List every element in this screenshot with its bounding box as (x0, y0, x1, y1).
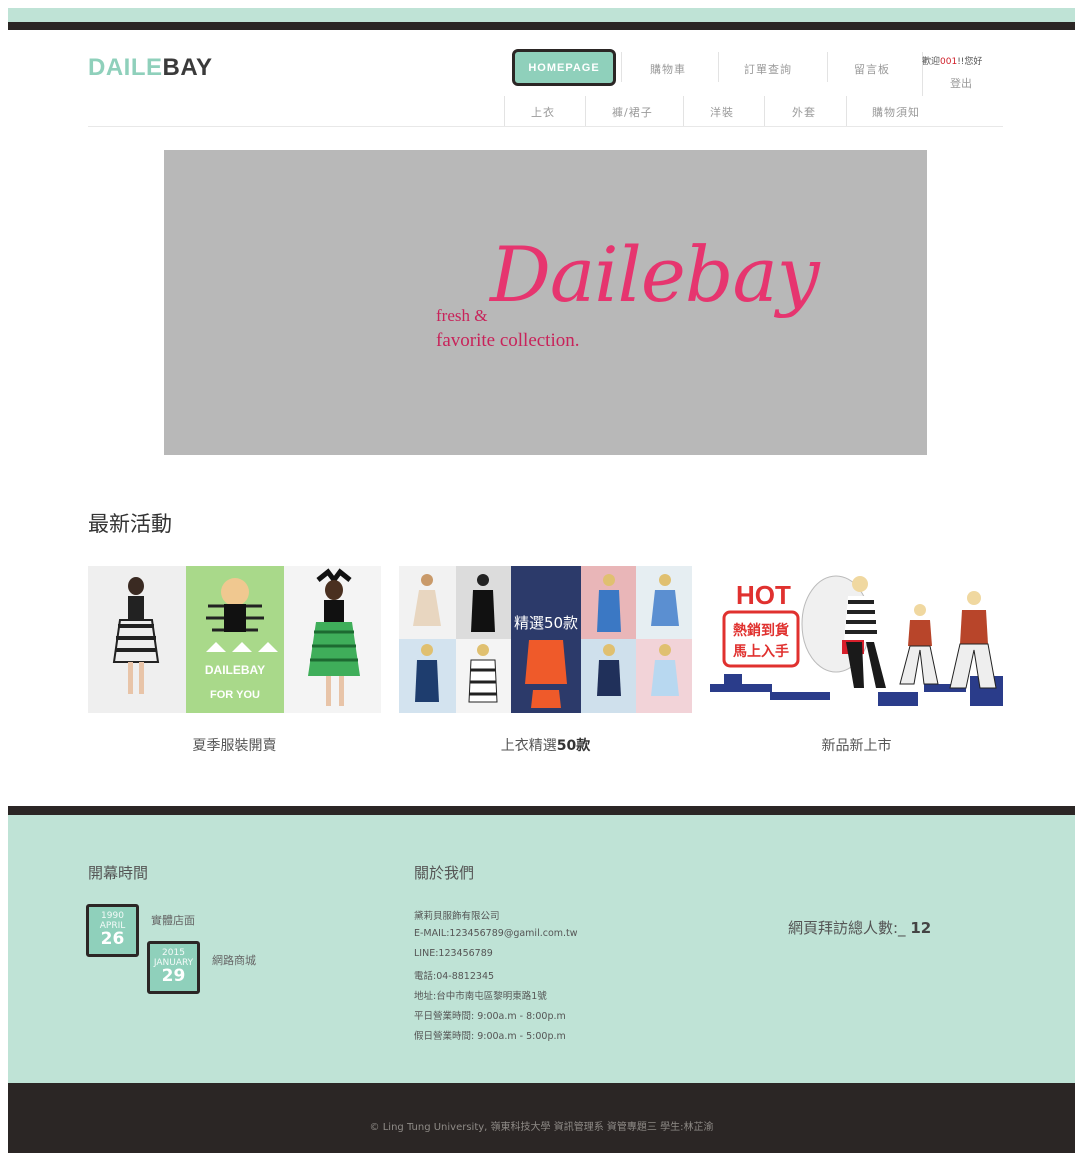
subnav-divider (585, 96, 586, 126)
banner-tagline-1: fresh & (436, 306, 488, 325)
banner-script-logo: Dailebay (490, 230, 820, 319)
tops-50-art: 精選50款 (399, 566, 692, 713)
about-email: E-MAIL:123456789@gamil.com.tw (414, 928, 578, 939)
summer-sale-art: DAILEBAY FOR YOU (88, 566, 381, 713)
about-company: 黛莉貝服飾有限公司 (414, 911, 500, 922)
calendar-day: 26 (100, 929, 125, 949)
event-card-image-summer-sale[interactable]: DAILEBAY FOR YOU (88, 566, 381, 713)
svg-text:DAILEBAY: DAILEBAY (205, 663, 265, 677)
logo-part-2: BAY (162, 54, 213, 81)
subnav-divider (683, 96, 684, 126)
visitor-counter-value: 12 (910, 919, 932, 937)
new-arrivals-art: HOT 熱銷到貨 馬上入手 (710, 575, 1003, 713)
visitor-counter-label: 網頁拜訪總人數:_ (788, 919, 906, 937)
nav-cart-link[interactable]: 購物車 (650, 61, 686, 77)
user-id: 001 (940, 57, 958, 67)
header-divider (88, 126, 1003, 127)
about-weekday-hours: 平日營業時間: 9:00a.m - 8:00p.m (414, 1011, 566, 1022)
calendar-day: 29 (161, 966, 186, 986)
svg-text:精選50款: 精選50款 (514, 614, 578, 632)
welcome-message: 歡迎001!!您好 (922, 54, 982, 67)
calendar-year: 1990 (101, 911, 124, 921)
subnav-divider (504, 96, 505, 126)
nav-divider (718, 52, 719, 82)
calendar-label-store: 實體店面 (151, 914, 195, 927)
subnav-jackets-link[interactable]: 外套 (792, 104, 816, 120)
banner-tagline-2: favorite collection. (436, 330, 580, 351)
nav-order-query-link[interactable]: 訂單查詢 (744, 61, 792, 77)
subnav-divider (846, 96, 847, 126)
copyright-bar: © Ling Tung University, 嶺東科技大學 資訊管理系 資管專… (8, 1083, 1075, 1153)
nav-homepage-button[interactable]: HOMEPAGE (512, 49, 616, 86)
nav-guestbook-link[interactable]: 留言板 (854, 61, 890, 77)
calendar-label-online: 網路商城 (212, 954, 256, 967)
hero-banner: fresh & favorite collection. Dailebay (164, 150, 927, 455)
event-card-image-new-arrivals[interactable]: HOT 熱銷到貨 馬上入手 (710, 566, 1003, 713)
about-line: LINE:123456789 (414, 948, 493, 959)
svg-text:FOR YOU: FOR YOU (210, 689, 260, 701)
site-logo[interactable]: DAILEBAY (88, 54, 212, 82)
logout-link[interactable]: 登出 (950, 75, 972, 91)
caption-bold: 50款 (556, 738, 591, 754)
top-dark-bar (8, 22, 1075, 30)
calendar-badge-store: 1990 APRIL 26 (86, 904, 139, 957)
subnav-pants-skirts-link[interactable]: 褲/裙子 (612, 104, 653, 120)
about-address: 地址:台中市南屯區黎明東路1號 (414, 991, 547, 1002)
event-caption-tops-50[interactable]: 上衣精選50款 (399, 735, 692, 755)
footer-dark-bar (8, 806, 1075, 815)
subnav-divider (764, 96, 765, 126)
subnav-shopping-guide-link[interactable]: 購物須知 (872, 104, 920, 120)
welcome-suffix: !!您好 (957, 57, 983, 67)
top-decor-strip (8, 8, 1075, 22)
nav-divider (621, 52, 622, 82)
events-section-title: 最新活動 (88, 512, 172, 536)
svg-text:馬上入手: 馬上入手 (733, 643, 789, 660)
opening-time-title: 開幕時間 (88, 864, 149, 882)
about-phone: 電話:04-8812345 (414, 971, 495, 982)
subnav-dresses-link[interactable]: 洋裝 (710, 104, 734, 120)
nav-divider (827, 52, 828, 82)
welcome-prefix: 歡迎 (922, 57, 941, 67)
visitor-counter: 網頁拜訪總人數:_ 12 (788, 917, 931, 938)
caption-prefix: 上衣精選 (500, 738, 557, 754)
subnav-tops-link[interactable]: 上衣 (531, 104, 555, 120)
calendar-year: 2015 (162, 948, 185, 958)
calendar-badge-online: 2015 JANUARY 29 (147, 941, 200, 994)
calendar-month: APRIL (99, 921, 126, 931)
event-caption-new-arrivals[interactable]: 新品新上市 (710, 735, 1003, 755)
svg-text:HOT: HOT (736, 580, 791, 610)
calendar-month: JANUARY (153, 958, 194, 968)
about-us-title: 關於我們 (414, 864, 475, 882)
copyright-text: © Ling Tung University, 嶺東科技大學 資訊管理系 資管專… (369, 1122, 714, 1133)
event-card-image-tops-50[interactable]: 精選50款 (399, 566, 692, 713)
svg-text:熱銷到貨: 熱銷到貨 (733, 622, 789, 639)
about-holiday-hours: 假日營業時間: 9:00a.m - 5:00p.m (414, 1031, 566, 1042)
event-caption-summer-sale[interactable]: 夏季服裝開賣 (88, 735, 381, 755)
logo-part-1: DAILE (88, 54, 163, 81)
